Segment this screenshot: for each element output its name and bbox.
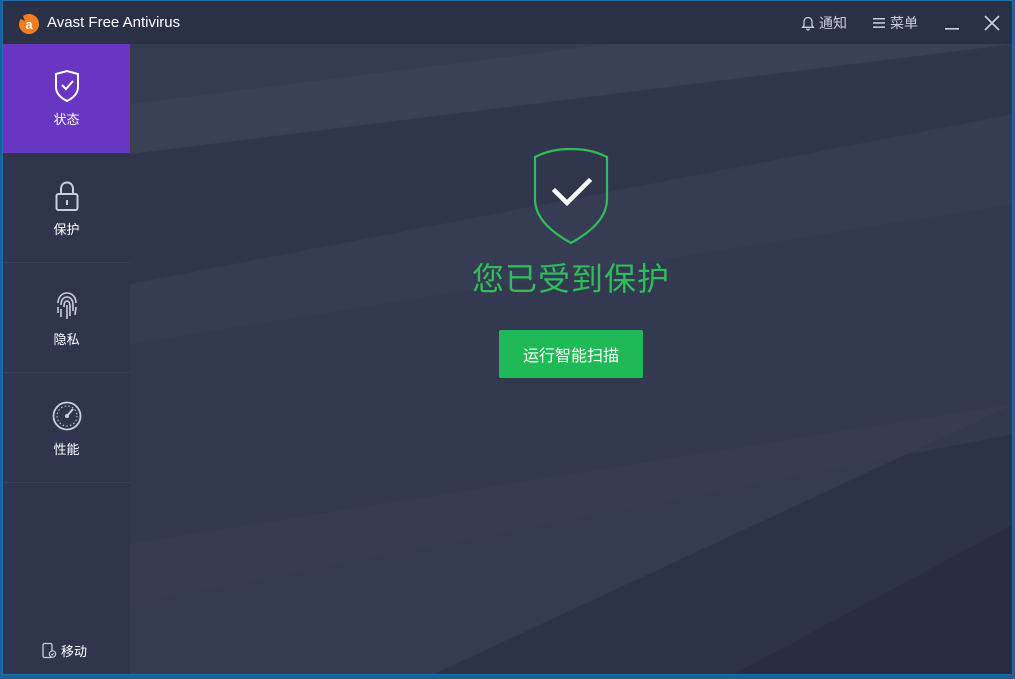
speedometer-icon [52,401,81,430]
app-window: a Avast Free Antivirus 通知 菜单 状态 保护 隐私 性能… [2,0,1013,675]
menu-label: 菜单 [890,15,918,31]
close-button[interactable] [980,11,1004,35]
mobile-label: 移动 [61,644,88,659]
avast-logo-icon: a [19,14,39,34]
close-icon [984,15,1000,31]
mobile-device-icon [42,642,57,659]
bell-icon [801,16,815,31]
sidebar-item-label: 隐私 [53,331,80,347]
app-title: Avast Free Antivirus [47,14,181,31]
sidebar-item-label: 保护 [53,221,80,237]
sidebar-item-label: 性能 [53,441,80,457]
sidebar-item-privacy[interactable]: 隐私 [3,264,130,373]
protected-shield-icon [533,147,609,245]
minimize-button[interactable] [941,11,965,35]
main-panel: 您已受到保护 运行智能扫描 [130,44,1012,674]
svg-text:a: a [25,17,33,32]
fingerprint-icon [56,291,77,319]
lock-icon [55,180,78,211]
protection-status-text: 您已受到保护 [471,261,670,297]
sidebar-item-label: 状态 [53,112,80,127]
sidebar-item-status[interactable]: 状态 [3,44,130,153]
notifications-label: 通知 [819,15,847,31]
mobile-button[interactable]: 移动 [41,641,87,660]
notifications-button[interactable]: 通知 [801,13,847,33]
menu-button[interactable]: 菜单 [872,13,918,33]
sidebar-item-performance[interactable]: 性能 [3,374,130,483]
sidebar: 状态 保护 隐私 性能 移动 [3,44,131,674]
minimize-icon [945,28,959,30]
title-bar[interactable]: a Avast Free Antivirus 通知 菜单 [3,1,1012,45]
run-smart-scan-button[interactable]: 运行智能扫描 [499,330,643,378]
shield-check-icon [54,69,79,103]
sidebar-item-protection[interactable]: 保护 [3,154,130,263]
hamburger-menu-icon [873,18,885,28]
